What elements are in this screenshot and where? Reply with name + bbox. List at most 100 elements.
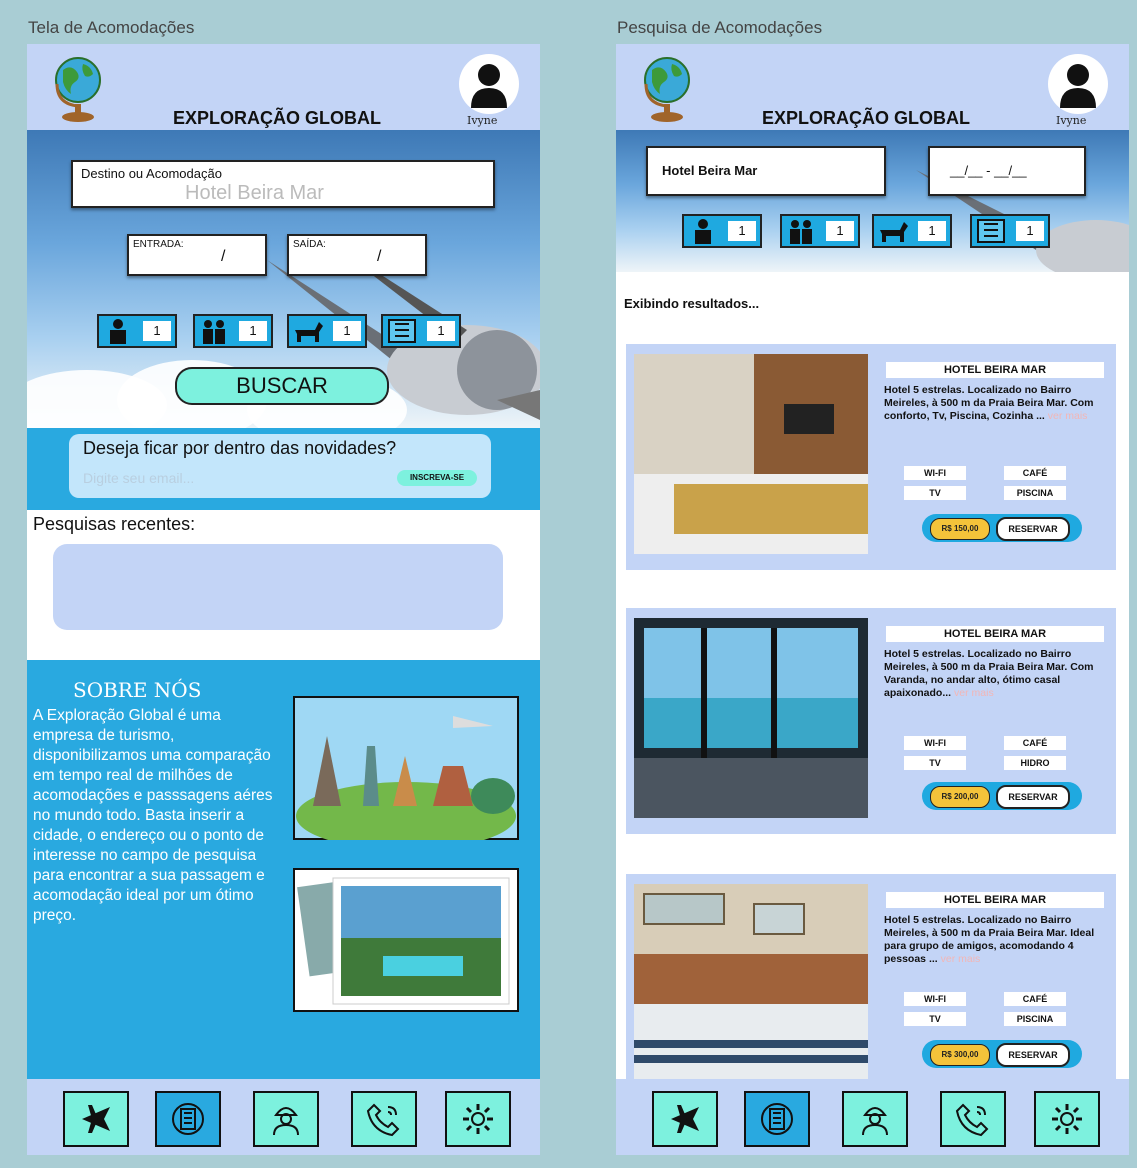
amenity-tv: TV	[904, 1012, 966, 1026]
hotel-room-photo	[634, 354, 868, 554]
dates-value: __/__ - __/__	[950, 163, 1027, 178]
see-more-link[interactable]: ver mais	[954, 687, 994, 699]
hotel-icon	[172, 1103, 204, 1135]
family-icon	[203, 320, 225, 344]
user-name: Ivyne	[467, 114, 498, 127]
rooms-count: 1	[427, 321, 455, 341]
price-reserve-group: R$ 200,00 RESERVAR	[922, 782, 1082, 810]
user-avatar[interactable]: Ivyne	[1046, 54, 1110, 128]
pet-icon	[295, 322, 323, 342]
children-count: 1	[826, 221, 854, 241]
amenity-pool: PISCINA	[1004, 486, 1066, 500]
phone-icon	[366, 1103, 400, 1137]
pet-icon	[880, 222, 908, 242]
hotel-name: HOTEL BEIRA MAR	[886, 362, 1104, 378]
travel-photos-image	[293, 868, 519, 1012]
reserve-button[interactable]: RESERVAR	[996, 785, 1070, 809]
nav-hotels[interactable]	[155, 1091, 221, 1147]
amenity-wifi: WI-FI	[904, 992, 966, 1006]
nav-contact[interactable]	[351, 1091, 417, 1147]
amenity-tv: TV	[904, 486, 966, 500]
results-title: Exibindo resultados...	[624, 296, 760, 311]
price-badge: R$ 300,00	[930, 1044, 990, 1066]
nav-guide[interactable]	[253, 1091, 319, 1147]
amenity-coffee: CAFÉ	[1004, 466, 1066, 480]
nav-guide[interactable]	[842, 1091, 908, 1147]
nav-flights[interactable]	[652, 1091, 718, 1147]
destination-placeholder: Hotel Beira Mar	[185, 182, 324, 204]
hotel-icon	[761, 1103, 793, 1135]
subscribe-button[interactable]: INSCREVA-SE	[397, 470, 477, 486]
checkin-value: /	[221, 248, 226, 265]
airplane-icon	[82, 1105, 110, 1133]
see-more-link[interactable]: ver mais	[1048, 410, 1088, 422]
see-more-link[interactable]: ver mais	[941, 953, 981, 965]
guide-icon	[273, 1107, 299, 1136]
destination-field[interactable]: Hotel Beira Mar	[646, 146, 886, 196]
checkout-field[interactable]: SAÍDA: /	[287, 234, 427, 276]
result-card[interactable]: HOTEL BEIRA MAR Hotel 5 estrelas. Locali…	[626, 344, 1116, 570]
about-text: A Exploração Global é uma empresa de tur…	[33, 707, 273, 924]
pets-count: 1	[918, 221, 946, 241]
newsletter-section: Deseja ficar por dentro das novidades? D…	[27, 428, 540, 510]
recent-list[interactable]	[53, 544, 503, 630]
children-count: 1	[239, 321, 267, 341]
rooms-stepper[interactable]: 1	[381, 314, 461, 348]
world-landmarks-image	[293, 696, 519, 840]
children-stepper[interactable]: 1	[780, 214, 860, 248]
recent-searches: Pesquisas recentes:	[27, 510, 540, 660]
destination-value: Hotel Beira Mar	[662, 163, 758, 178]
about-title: SOBRE NÓS	[73, 678, 202, 702]
adult-icon	[110, 319, 126, 344]
nav-flights[interactable]	[63, 1091, 129, 1147]
price-reserve-group: R$ 300,00 RESERVAR	[922, 1040, 1082, 1068]
nav-contact[interactable]	[940, 1091, 1006, 1147]
checkin-label: ENTRADA:	[133, 239, 184, 250]
search-button[interactable]: BUSCAR	[175, 367, 389, 405]
pets-stepper[interactable]: 1	[872, 214, 952, 248]
hotel-description: Hotel 5 estrelas. Localizado no Bairro M…	[884, 384, 1094, 422]
reserve-button[interactable]: RESERVAR	[996, 1043, 1070, 1067]
user-name: Ivyne	[1056, 114, 1087, 127]
adults-stepper[interactable]: 1	[682, 214, 762, 248]
result-card[interactable]: HOTEL BEIRA MAR Hotel 5 estrelas. Locali…	[626, 874, 1116, 1084]
nav-settings[interactable]	[1034, 1091, 1100, 1147]
adults-stepper[interactable]: 1	[97, 314, 177, 348]
user-icon	[1060, 64, 1096, 108]
result-card[interactable]: HOTEL BEIRA MAR Hotel 5 estrelas. Locali…	[626, 608, 1116, 834]
search-hero: Destino ou Acomodação Hotel Beira Mar EN…	[27, 130, 540, 428]
checkout-value: /	[377, 248, 382, 265]
room-icon	[388, 319, 416, 343]
adult-icon	[695, 219, 711, 244]
adults-count: 1	[728, 221, 756, 241]
email-input[interactable]: Digite seu email...	[83, 470, 383, 486]
dates-field[interactable]: __/__ - __/__	[928, 146, 1086, 196]
rooms-count: 1	[1016, 221, 1044, 241]
nav-settings[interactable]	[445, 1091, 511, 1147]
bottom-navbar	[27, 1079, 540, 1155]
about-section: SOBRE NÓS A Exploração Global é uma empr…	[27, 660, 540, 1079]
gear-icon	[463, 1104, 493, 1134]
frame-title-search: Pesquisa de Acomodações	[617, 18, 823, 37]
brand-title: EXPLORAÇÃO GLOBAL	[173, 108, 382, 128]
destination-label: Destino ou Acomodação	[81, 166, 222, 181]
recent-title: Pesquisas recentes:	[33, 514, 196, 534]
globe-logo-icon	[644, 57, 690, 122]
user-avatar[interactable]: Ivyne	[457, 54, 521, 128]
globe-logo-icon	[55, 57, 101, 122]
pets-stepper[interactable]: 1	[287, 314, 367, 348]
amenity-tv: TV	[904, 756, 966, 770]
rooms-stepper[interactable]: 1	[970, 214, 1050, 248]
nav-hotels[interactable]	[744, 1091, 810, 1147]
checkin-field[interactable]: ENTRADA: /	[127, 234, 267, 276]
app-header: EXPLORAÇÃO GLOBAL Ivyne	[27, 44, 540, 130]
amenity-hydro: HIDRO	[1004, 756, 1066, 770]
destination-field[interactable]: Destino ou Acomodação Hotel Beira Mar	[71, 160, 495, 208]
results-area: Exibindo resultados... HOTEL BEIRA MAR H…	[616, 272, 1129, 1084]
children-stepper[interactable]: 1	[193, 314, 273, 348]
hotel-description: Hotel 5 estrelas. Localizado no Bairro M…	[884, 648, 1094, 699]
reserve-button[interactable]: RESERVAR	[996, 517, 1070, 541]
user-icon	[471, 64, 507, 108]
search-results-screen: EXPLORAÇÃO GLOBAL Ivyne Hotel Beira Mar …	[616, 44, 1129, 1155]
accommodations-screen: EXPLORAÇÃO GLOBAL Ivyne Destino ou Acomo…	[27, 44, 540, 1155]
